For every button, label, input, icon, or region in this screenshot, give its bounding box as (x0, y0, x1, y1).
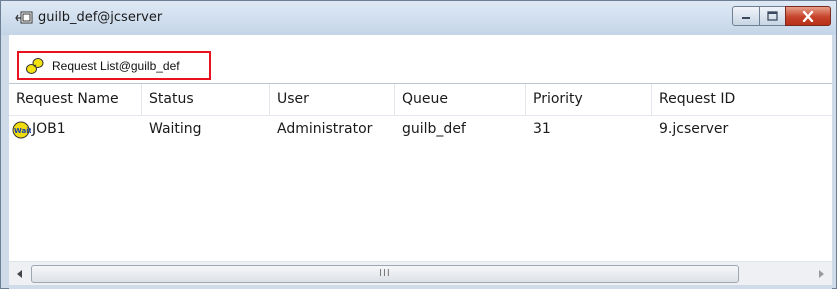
cell-user: Administrator (277, 121, 373, 137)
cell-queue: guilb_def (402, 121, 466, 137)
minimize-button[interactable] (732, 6, 760, 26)
tab-strip: Request List@guilb_def (9, 35, 832, 83)
window-bottom-border (9, 285, 832, 289)
minimize-icon (742, 17, 750, 19)
maximize-icon (767, 11, 778, 21)
scroll-right-button[interactable] (812, 264, 830, 284)
server-queue-icon (15, 11, 33, 24)
window-title: guilb_def@jcserver (38, 10, 163, 25)
scrollbar-grip: III (379, 268, 391, 279)
cell-request-id: 9.jcserver (659, 121, 729, 137)
column-header-request-name[interactable]: Request Name (9, 84, 142, 115)
table-header: Request Name Status User Queue Priority … (9, 84, 832, 116)
column-header-status[interactable]: Status (142, 84, 270, 115)
cell-status: Waiting (149, 121, 202, 137)
horizontal-scrollbar[interactable]: III (9, 261, 832, 285)
scrollbar-thumb[interactable]: III (31, 265, 739, 283)
column-header-queue[interactable]: Queue (395, 84, 526, 115)
arrow-right-icon (819, 270, 824, 278)
maximize-button[interactable] (759, 6, 786, 26)
table-row[interactable]: Wait JOB1 Waiting Administrator guilb_de… (9, 117, 832, 142)
tab-label: Request List@guilb_def (52, 59, 180, 73)
column-header-priority[interactable]: Priority (526, 84, 652, 115)
close-icon (802, 10, 814, 22)
scroll-left-button[interactable] (11, 264, 29, 284)
column-header-user[interactable]: User (270, 84, 395, 115)
title-bar[interactable]: guilb_def@jcserver (1, 1, 836, 35)
arrow-left-icon (17, 270, 22, 278)
cell-request-name: JOB1 (32, 121, 66, 137)
column-header-request-id[interactable]: Request ID (652, 84, 832, 115)
close-button[interactable] (785, 6, 831, 26)
request-list-table: Request Name Status User Queue Priority … (9, 83, 832, 289)
application-window: guilb_def@jcserver Request List@guilb_de… (0, 0, 837, 289)
tab-request-list[interactable]: Request List@guilb_def (17, 51, 211, 80)
request-list-icon (26, 58, 44, 74)
window-controls (732, 6, 831, 26)
cell-priority: 31 (533, 121, 551, 137)
